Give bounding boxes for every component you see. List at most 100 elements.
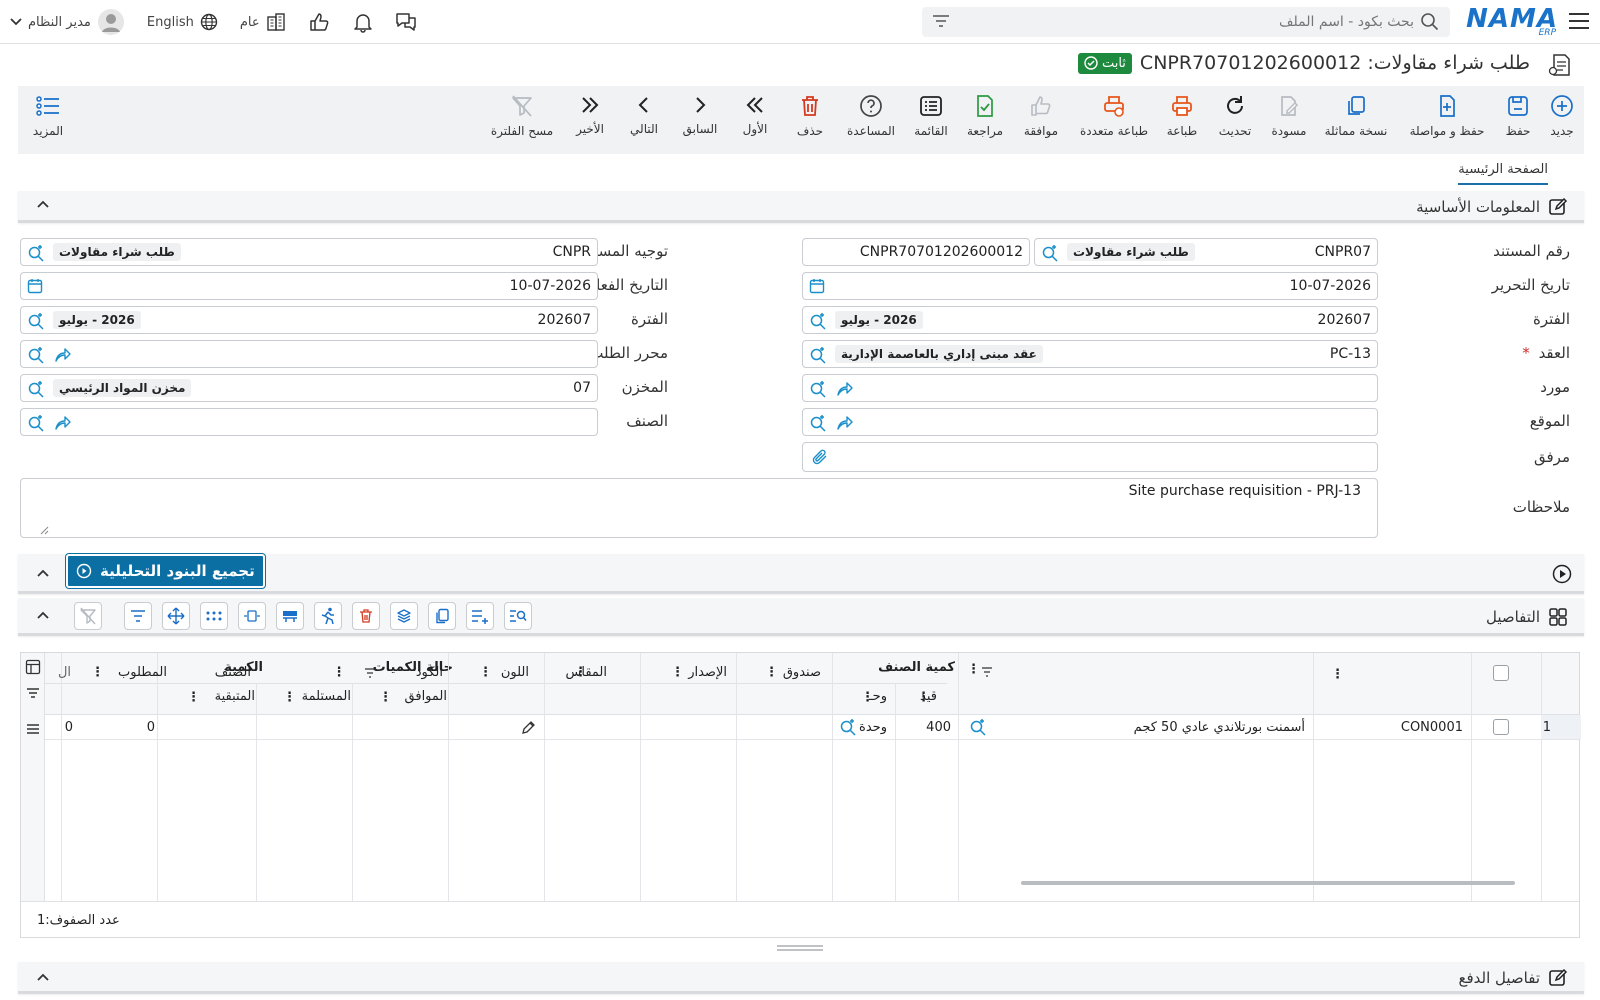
resize-handle-icon[interactable] bbox=[776, 944, 824, 952]
doc-number-field[interactable]: CNPR07 طلب شراء مقاولات bbox=[1034, 238, 1378, 266]
lookup-icon[interactable] bbox=[27, 312, 45, 330]
language-switch[interactable]: English bbox=[147, 13, 218, 31]
col-revision-header[interactable]: الإصدار bbox=[688, 665, 727, 680]
column-menu-icon[interactable]: ⋮ bbox=[574, 665, 587, 680]
grid-layers-button[interactable] bbox=[390, 602, 418, 630]
lookup-icon[interactable] bbox=[1041, 244, 1059, 262]
column-menu-icon[interactable]: ⋮ bbox=[379, 690, 392, 705]
col-code-header[interactable]: الكود ⋮ bbox=[332, 665, 443, 680]
columns-panel-icon[interactable] bbox=[25, 659, 41, 675]
grid-move-button[interactable] bbox=[162, 602, 190, 630]
lookup-icon[interactable] bbox=[27, 244, 45, 262]
column-menu-icon[interactable]: ⋮ bbox=[187, 690, 200, 705]
requester-field[interactable] bbox=[20, 340, 598, 368]
column-menu-icon[interactable]: ⋮ bbox=[1331, 667, 1344, 682]
payment-details-header[interactable]: تفاصيل الدفع bbox=[18, 962, 1584, 994]
share-icon[interactable] bbox=[835, 414, 853, 432]
lookup-icon[interactable] bbox=[809, 312, 827, 330]
horizontal-scrollbar[interactable] bbox=[1021, 881, 1515, 885]
lookup-icon[interactable] bbox=[27, 380, 45, 398]
grid-search-button[interactable] bbox=[504, 602, 532, 630]
column-menu-icon[interactable]: ⋮ bbox=[967, 662, 980, 677]
share-icon[interactable] bbox=[835, 380, 853, 398]
calendar-icon[interactable] bbox=[809, 278, 825, 294]
save-continue-button[interactable]: حفظ و مواصلة bbox=[1402, 94, 1492, 138]
column-menu-icon[interactable]: ⋮ bbox=[861, 690, 874, 705]
column-menu-icon[interactable]: ⋮ bbox=[283, 690, 296, 705]
grid-merge-button[interactable] bbox=[276, 602, 304, 630]
column-menu-icon[interactable]: ⋮ bbox=[91, 665, 104, 680]
lookup-icon[interactable] bbox=[809, 414, 827, 432]
lookup-icon[interactable] bbox=[969, 718, 987, 736]
grid-clear-filter-button[interactable] bbox=[74, 602, 102, 630]
period-left-field[interactable]: 202607 2026 - يوليو bbox=[20, 306, 598, 334]
previous-button[interactable]: السابق bbox=[678, 94, 722, 136]
lookup-icon[interactable] bbox=[809, 346, 827, 364]
menu-lines-icon[interactable] bbox=[26, 723, 40, 735]
grid-run-button[interactable] bbox=[314, 602, 342, 630]
basic-info-header[interactable]: المعلومات الأساسية bbox=[18, 191, 1584, 223]
approve-button[interactable]: موافقة bbox=[1016, 94, 1066, 138]
column-menu-icon[interactable]: ⋮ bbox=[332, 665, 345, 680]
filter-panel-icon[interactable] bbox=[26, 687, 40, 699]
app-logo[interactable]: NAMA ERP bbox=[1466, 4, 1558, 38]
duplicate-button[interactable]: نسخة مماثلة bbox=[1316, 94, 1396, 138]
last-button[interactable]: الأخير bbox=[572, 94, 608, 136]
grid-filter-button[interactable] bbox=[124, 602, 152, 630]
new-button[interactable]: جديد bbox=[1540, 94, 1584, 138]
multi-print-button[interactable]: طباعة متعددة bbox=[1076, 94, 1152, 138]
col-approved-header[interactable]: الموافق bbox=[405, 689, 447, 704]
grid-copy-button[interactable] bbox=[428, 602, 456, 630]
play-circle-icon[interactable] bbox=[1552, 564, 1572, 584]
lookup-icon[interactable] bbox=[27, 346, 45, 364]
column-menu-icon[interactable]: ⋮ bbox=[671, 665, 684, 680]
clear-filter-button[interactable]: مسح الفلترة bbox=[490, 94, 554, 138]
grid-dots-button[interactable] bbox=[200, 602, 228, 630]
delete-button[interactable]: حذف bbox=[792, 94, 828, 138]
doc-code-field[interactable]: CNPR70701202600012 bbox=[802, 238, 1030, 266]
period-field[interactable]: 202607 2026 - يوليو bbox=[802, 306, 1378, 334]
share-icon[interactable] bbox=[53, 414, 71, 432]
calendar-icon[interactable] bbox=[27, 278, 43, 294]
collapse-chevron-icon[interactable] bbox=[36, 199, 50, 209]
next-button[interactable]: التالي bbox=[626, 94, 662, 136]
col-received-header[interactable]: المستلمة bbox=[302, 689, 351, 704]
search-icon[interactable] bbox=[1420, 12, 1440, 32]
draft-button[interactable]: مسودة bbox=[1264, 94, 1314, 138]
paperclip-icon[interactable] bbox=[811, 448, 829, 466]
contract-field[interactable]: PC-13 عقد مبنى إداري بالعاصمة الإدارية bbox=[802, 340, 1378, 368]
list-button[interactable]: القائمة bbox=[908, 94, 954, 138]
resize-handle-icon[interactable] bbox=[39, 525, 49, 535]
chat-icon[interactable] bbox=[394, 11, 418, 33]
edit-date-field[interactable]: 10-07-2026 bbox=[802, 272, 1378, 300]
grid-fit-button[interactable] bbox=[238, 602, 266, 630]
help-button[interactable]: المساعدة bbox=[844, 94, 898, 138]
lookup-icon[interactable] bbox=[839, 718, 857, 736]
select-all-checkbox[interactable] bbox=[1493, 665, 1509, 681]
share-icon[interactable] bbox=[53, 346, 71, 364]
column-menu-icon[interactable]: ⋮ bbox=[765, 665, 778, 680]
col-item-header[interactable]: الصنف bbox=[215, 665, 251, 680]
location-field[interactable] bbox=[802, 408, 1378, 436]
save-button[interactable]: حفظ bbox=[1496, 94, 1540, 138]
tab-main[interactable]: الصفحة الرئيسية bbox=[1458, 162, 1548, 185]
attachment-field[interactable] bbox=[802, 442, 1378, 472]
lookup-icon[interactable] bbox=[809, 380, 827, 398]
filter-icon[interactable] bbox=[932, 13, 950, 29]
collapse-chevron-icon[interactable] bbox=[36, 568, 50, 578]
filter-icon[interactable] bbox=[364, 667, 376, 678]
branch-switch[interactable]: عام bbox=[240, 12, 286, 32]
col-remaining-header[interactable]: المتبقية bbox=[215, 689, 255, 704]
col-color-header[interactable]: اللون bbox=[501, 665, 529, 680]
collapse-chevron-icon[interactable] bbox=[36, 972, 50, 982]
filter-icon[interactable] bbox=[981, 667, 993, 677]
hamburger-menu-icon[interactable] bbox=[1568, 11, 1590, 31]
more-button[interactable]: المزيد bbox=[30, 94, 66, 138]
doc-routing-field[interactable]: CNPR طلب شراء مقاولات bbox=[20, 238, 598, 266]
color-picker-icon[interactable] bbox=[521, 719, 537, 735]
actual-date-field[interactable]: 10-07-2026 bbox=[20, 272, 598, 300]
col-box-header[interactable]: صندوق bbox=[783, 665, 821, 680]
grid-add-row-button[interactable] bbox=[466, 602, 494, 630]
user-menu[interactable]: مدير النظام bbox=[10, 8, 125, 36]
search-input[interactable] bbox=[922, 8, 1450, 36]
